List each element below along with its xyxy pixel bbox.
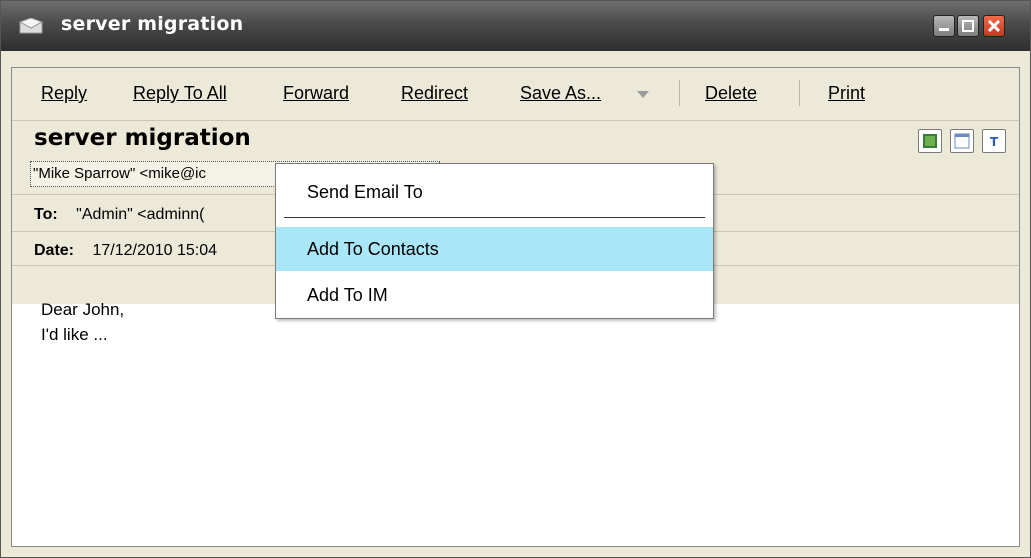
menu-item-send-email-to[interactable]: Send Email To (276, 170, 713, 214)
forward-button[interactable]: Forward (283, 83, 349, 104)
window-title: server migration (61, 13, 244, 35)
minimize-icon (939, 28, 949, 31)
close-icon (987, 19, 1001, 33)
toolbar-divider (799, 80, 800, 106)
menu-separator (284, 217, 705, 218)
body-line: Dear John, (41, 300, 125, 319)
message-subject: server migration (34, 125, 251, 151)
date-row: Date: 17/12/2010 15:04 (34, 242, 217, 260)
to-address[interactable]: "Admin" <adminn( (76, 206, 204, 223)
date-label: Date: (34, 242, 75, 259)
svg-text:T: T (990, 135, 999, 149)
text-view-button[interactable]: T (982, 129, 1006, 153)
save-as-button[interactable]: Save As... (520, 83, 601, 104)
message-toolbar: Reply Reply To All Forward Redirect Save… (12, 68, 1019, 121)
window-icon (954, 133, 970, 149)
menu-item-label: Add To IM (307, 285, 388, 305)
picture-icon (923, 134, 937, 148)
title-bar[interactable]: server migration (1, 1, 1030, 51)
print-button[interactable]: Print (828, 83, 865, 104)
maximize-icon (962, 20, 974, 32)
date-value: 17/12/2010 15:04 (92, 242, 218, 259)
reply-all-button[interactable]: Reply To All (133, 83, 227, 104)
body-line: I'd like ... (41, 325, 108, 344)
chevron-down-icon[interactable] (637, 91, 649, 98)
html-view-button[interactable] (950, 129, 974, 153)
email-window: server migration Reply Reply To All Forw… (0, 0, 1031, 558)
message-body: Dear John, I'd like ... (41, 297, 124, 347)
close-button[interactable] (983, 15, 1005, 37)
to-label: To: (34, 206, 58, 223)
delete-button[interactable]: Delete (705, 83, 757, 104)
toolbar-divider (679, 80, 680, 106)
text-icon: T (990, 135, 999, 149)
reply-button[interactable]: Reply (41, 83, 87, 104)
from-address[interactable]: "Mike Sparrow" <mike@ic (33, 165, 206, 182)
menu-item-add-to-contacts[interactable]: Add To Contacts (276, 227, 713, 271)
menu-item-label: Add To Contacts (307, 239, 439, 259)
menu-item-label: Send Email To (307, 182, 423, 202)
minimize-button[interactable] (933, 15, 955, 37)
redirect-button[interactable]: Redirect (401, 83, 468, 104)
image-view-button[interactable] (918, 129, 942, 153)
maximize-button[interactable] (957, 15, 979, 37)
context-menu: Send Email To Add To Contacts Add To IM (275, 163, 714, 319)
menu-item-add-to-im[interactable]: Add To IM (276, 273, 713, 317)
envelope-icon (19, 18, 43, 34)
to-row: To: "Admin" <adminn( (34, 206, 204, 224)
